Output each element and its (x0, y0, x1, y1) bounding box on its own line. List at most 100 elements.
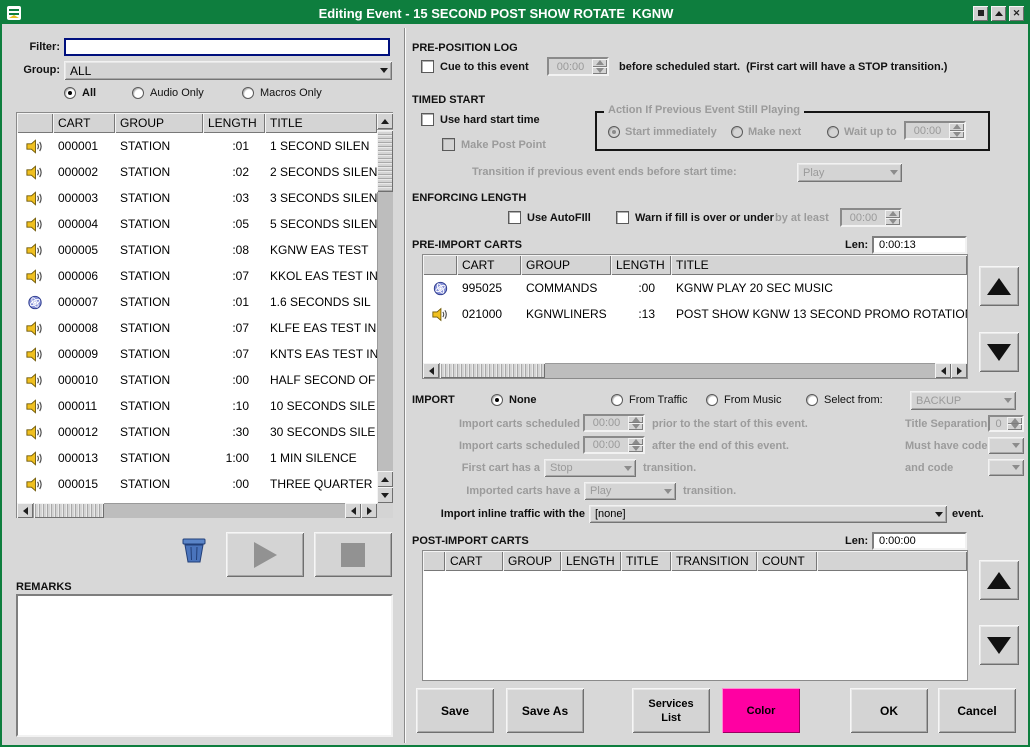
spin-down-icon[interactable] (628, 423, 643, 430)
scroll-right-button[interactable] (951, 363, 967, 378)
filter-input[interactable] (64, 38, 390, 56)
cart-list-body[interactable]: 000001 STATION :01 1 SECOND SILEN 000002… (17, 133, 377, 503)
cart-row[interactable]: 000008 STATION :07 KLFE EAS TEST IN (17, 315, 377, 341)
cart-row[interactable]: 000003 STATION :03 3 SECONDS SILEN (17, 185, 377, 211)
header-group[interactable]: GROUP (503, 551, 561, 571)
header-group[interactable]: GROUP (521, 255, 611, 275)
header-icon-col[interactable] (423, 255, 457, 275)
spin-up-icon[interactable] (628, 438, 643, 445)
pre-import-row[interactable]: 021000 KGNWLINERS :13 POST SHOW KGNW 13 … (423, 301, 967, 327)
by-at-least-spinner[interactable]: 00:00 (840, 208, 902, 227)
radio-select-from[interactable] (806, 394, 818, 406)
scroll-up2-button[interactable] (377, 471, 393, 487)
must-have-code-select[interactable] (988, 437, 1024, 454)
radio-from-traffic[interactable] (611, 394, 623, 406)
post-import-move-down-button[interactable] (979, 625, 1019, 665)
pre-import-row[interactable]: 995025 COMMANDS :00 KGNW PLAY 20 SEC MUS… (423, 275, 967, 301)
scroll-right-button[interactable] (361, 503, 377, 518)
header-transition[interactable]: TRANSITION (671, 551, 757, 571)
ok-button[interactable]: OK (850, 688, 928, 733)
radio-wait-up-to[interactable] (827, 126, 839, 138)
transition-select[interactable]: Play (797, 163, 902, 182)
close-button[interactable]: ✕ (1009, 6, 1024, 21)
radio-macros-only[interactable] (242, 87, 254, 99)
pre-import-body[interactable]: 995025 COMMANDS :00 KGNW PLAY 20 SEC MUS… (423, 275, 967, 363)
save-as-button[interactable]: Save As (506, 688, 584, 733)
cart-row[interactable]: 000010 STATION :00 HALF SECOND OF (17, 367, 377, 393)
spin-up-icon[interactable] (592, 59, 607, 67)
titlebar[interactable]: Editing Event - 15 SECOND POST SHOW ROTA… (2, 2, 1028, 24)
cart-row[interactable]: 000012 STATION :30 30 SECONDS SILE (17, 419, 377, 445)
maximize-button[interactable] (991, 6, 1006, 21)
spin-up-icon[interactable] (628, 416, 643, 423)
stop-button[interactable] (314, 532, 392, 577)
cue-to-event-checkbox[interactable] (421, 60, 434, 73)
spin-down-icon[interactable] (949, 131, 964, 139)
scroll-up-button[interactable] (377, 113, 393, 129)
make-post-point-checkbox[interactable] (442, 138, 455, 151)
header-length[interactable]: LENGTH (611, 255, 671, 275)
spin-down-icon[interactable] (1007, 424, 1022, 431)
header-cart[interactable]: CART (445, 551, 503, 571)
scroll-left-button[interactable] (423, 363, 439, 378)
scroll-down-button[interactable] (377, 487, 393, 503)
cart-row[interactable]: 000009 STATION :07 KNTS EAS TEST IN (17, 341, 377, 367)
vertical-scroll-thumb[interactable] (377, 130, 393, 192)
cart-row[interactable]: 000013 STATION 1:00 1 MIN SILENCE (17, 445, 377, 471)
inline-traffic-select[interactable]: [none] (589, 505, 947, 523)
header-count[interactable]: COUNT (757, 551, 817, 571)
cart-row[interactable]: 000011 STATION :10 10 SECONDS SILE (17, 393, 377, 419)
cart-row[interactable]: 000015 STATION :00 THREE QUARTER (17, 471, 377, 497)
select-from-select[interactable]: BACKUP (910, 391, 1016, 410)
scroll-left-button[interactable] (17, 503, 33, 518)
pre-import-move-down-button[interactable] (979, 332, 1019, 372)
post-import-move-up-button[interactable] (979, 560, 1019, 600)
first-cart-transition-select[interactable]: Stop (544, 459, 636, 477)
scroll-left2-button[interactable] (935, 363, 951, 378)
and-code-select[interactable] (988, 459, 1024, 476)
cart-row[interactable]: 000004 STATION :05 5 SECONDS SILEN (17, 211, 377, 237)
header-cart[interactable]: CART (53, 113, 115, 133)
wait-time-spinner[interactable]: 00:00 (904, 121, 966, 140)
header-icon-col[interactable] (423, 551, 445, 571)
warn-fill-checkbox[interactable] (616, 211, 629, 224)
radio-audio-only[interactable] (132, 87, 144, 99)
sched-after-spinner[interactable]: 00:00 (583, 436, 645, 454)
spin-down-icon[interactable] (592, 67, 607, 75)
header-cart[interactable]: CART (457, 255, 521, 275)
minimize-button[interactable] (973, 6, 988, 21)
radio-make-next[interactable] (731, 126, 743, 138)
cart-row[interactable]: 000006 STATION :07 KKOL EAS TEST IN (17, 263, 377, 289)
radio-start-immediately[interactable] (608, 126, 620, 138)
spin-up-icon[interactable] (885, 210, 900, 218)
scroll-left2-button[interactable] (345, 503, 361, 518)
save-button[interactable]: Save (416, 688, 494, 733)
cart-row[interactable]: 000001 STATION :01 1 SECOND SILEN (17, 133, 377, 159)
radio-from-music[interactable] (706, 394, 718, 406)
title-separation-spinner[interactable]: 0 (988, 415, 1024, 432)
radio-import-none[interactable] (491, 394, 503, 406)
header-title[interactable]: TITLE (671, 255, 967, 275)
horizontal-scroll-thumb[interactable] (34, 503, 104, 518)
pre-import-move-up-button[interactable] (979, 266, 1019, 306)
header-group[interactable]: GROUP (115, 113, 203, 133)
autofill-checkbox[interactable] (508, 211, 521, 224)
services-list-button[interactable]: Services List (632, 688, 710, 733)
header-title[interactable]: TITLE (265, 113, 377, 133)
cue-time-spinner[interactable]: 00:00 (547, 57, 609, 76)
radio-all[interactable] (64, 87, 76, 99)
post-import-body[interactable] (423, 571, 967, 680)
remarks-input[interactable] (16, 594, 393, 737)
header-length[interactable]: LENGTH (561, 551, 621, 571)
spin-up-icon[interactable] (949, 123, 964, 131)
cart-row[interactable]: 000002 STATION :02 2 SECONDS SILEN (17, 159, 377, 185)
horizontal-scroll-thumb[interactable] (440, 363, 545, 378)
spin-down-icon[interactable] (885, 218, 900, 226)
imported-carts-transition-select[interactable]: Play (584, 482, 676, 500)
spin-down-icon[interactable] (628, 445, 643, 452)
header-title[interactable]: TITLE (621, 551, 671, 571)
hard-start-checkbox[interactable] (421, 113, 434, 126)
cart-row[interactable]: 000007 STATION :01 1.6 SECONDS SIL (17, 289, 377, 315)
play-button[interactable] (226, 532, 304, 577)
header-icon-col[interactable] (17, 113, 53, 133)
